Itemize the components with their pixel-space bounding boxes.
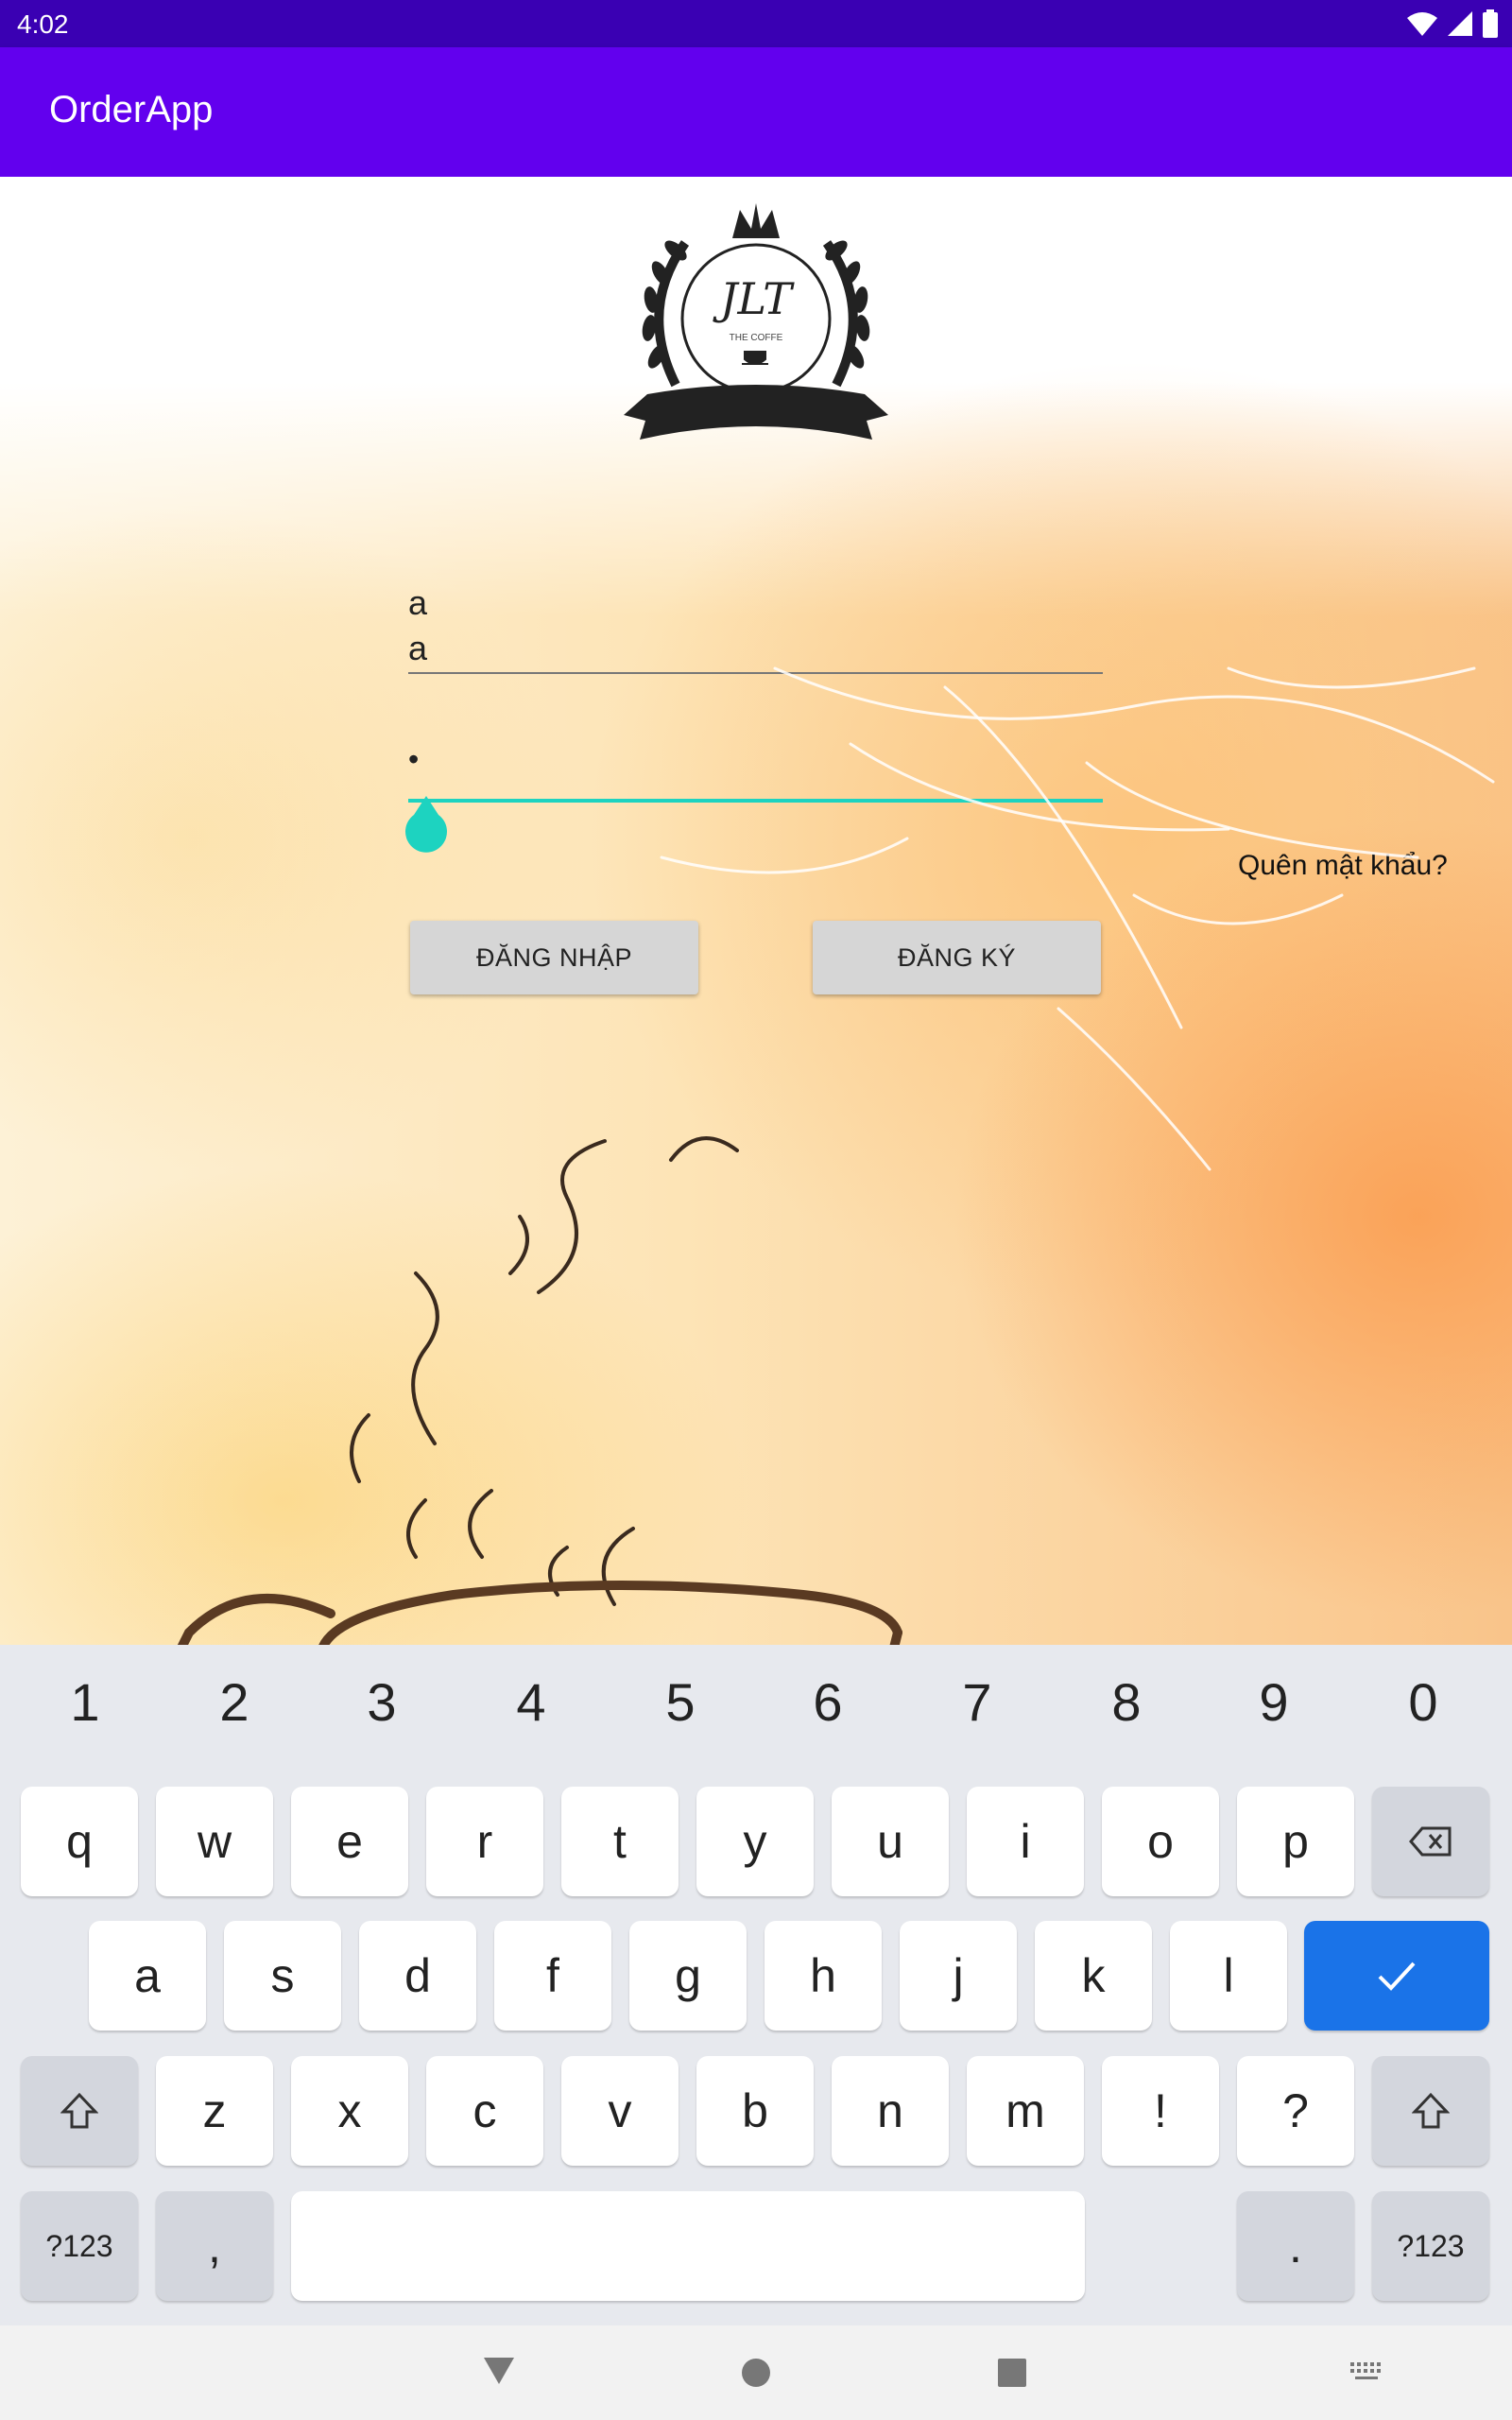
key-g[interactable]: g	[629, 1921, 747, 2031]
key-i[interactable]: i	[967, 1787, 1084, 1896]
key-9[interactable]: 9	[1236, 1671, 1312, 1733]
key-3[interactable]: 3	[344, 1671, 420, 1733]
key-2[interactable]: 2	[197, 1671, 272, 1733]
enter-key[interactable]	[1304, 1921, 1489, 2031]
status-time: 4:02	[17, 9, 69, 39]
key-f[interactable]: f	[494, 1921, 611, 2031]
signal-icon	[1448, 11, 1472, 36]
key-4[interactable]: 4	[493, 1671, 569, 1733]
key-1[interactable]: 1	[47, 1671, 123, 1733]
login-screen: JLT THE COFFE a a • Quên mật khẩu? ĐĂNG …	[0, 177, 1512, 1645]
key-l[interactable]: l	[1170, 1921, 1287, 2031]
key-0[interactable]: 0	[1385, 1671, 1461, 1733]
battery-icon	[1483, 9, 1498, 38]
key-k[interactable]: k	[1035, 1921, 1152, 2031]
keyboard-switch-icon[interactable]	[1349, 2360, 1385, 2385]
navigation-bar	[0, 2325, 1512, 2420]
home-icon[interactable]	[740, 2357, 772, 2389]
key-6[interactable]: 6	[790, 1671, 866, 1733]
key-q[interactable]: q	[21, 1787, 138, 1896]
key-5[interactable]: 5	[643, 1671, 718, 1733]
soft-keyboard: 1 2 3 4 5 6 7 8 9 0 q w e r t y u i o p …	[0, 1645, 1512, 2325]
backspace-icon	[1409, 1826, 1452, 1857]
key-u[interactable]: u	[832, 1787, 949, 1896]
app-title: OrderApp	[49, 89, 214, 130]
recents-icon[interactable]	[997, 2358, 1027, 2388]
key-8[interactable]: 8	[1089, 1671, 1164, 1733]
shift-key-left[interactable]	[21, 2056, 138, 2166]
symbols-key-right[interactable]: ?123	[1372, 2191, 1489, 2301]
key-y[interactable]: y	[696, 1787, 814, 1896]
key-j[interactable]: j	[900, 1921, 1017, 2031]
key-o[interactable]: o	[1102, 1787, 1219, 1896]
checkmark-icon	[1378, 1962, 1416, 1991]
key-v[interactable]: v	[561, 2056, 679, 2166]
key-z[interactable]: z	[156, 2056, 273, 2166]
key-w[interactable]: w	[156, 1787, 273, 1896]
key-7[interactable]: 7	[939, 1671, 1015, 1733]
status-bar: 4:02	[0, 0, 1512, 47]
backspace-key[interactable]	[1372, 1787, 1489, 1896]
key-h[interactable]: h	[765, 1921, 882, 2031]
key-a[interactable]: a	[89, 1921, 206, 2031]
comma-key[interactable]: ,	[156, 2191, 273, 2301]
key-s[interactable]: s	[224, 1921, 341, 2031]
key-m[interactable]: m	[967, 2056, 1084, 2166]
key-n[interactable]: n	[832, 2056, 949, 2166]
key-t[interactable]: t	[561, 1787, 679, 1896]
status-icons	[1406, 8, 1499, 40]
shift-key-right[interactable]	[1372, 2056, 1489, 2166]
key-r[interactable]: r	[426, 1787, 543, 1896]
space-key[interactable]	[291, 2191, 1085, 2301]
key-exclamation[interactable]: !	[1102, 2056, 1219, 2166]
key-x[interactable]: x	[291, 2056, 408, 2166]
shift-icon	[1412, 2092, 1450, 2129]
period-key[interactable]: .	[1237, 2191, 1354, 2301]
key-b[interactable]: b	[696, 2056, 814, 2166]
symbols-key-left[interactable]: ?123	[21, 2191, 138, 2301]
number-row: 1 2 3 4 5 6 7 8 9 0	[0, 1645, 1512, 1758]
coffee-cup-illustration	[177, 1136, 902, 1645]
key-d[interactable]: d	[359, 1921, 476, 2031]
shift-icon	[60, 2092, 98, 2129]
app-bar: OrderApp	[0, 47, 1512, 177]
back-icon[interactable]	[482, 2356, 516, 2386]
key-p[interactable]: p	[1237, 1787, 1354, 1896]
key-e[interactable]: e	[291, 1787, 408, 1896]
key-c[interactable]: c	[426, 2056, 543, 2166]
key-question[interactable]: ?	[1237, 2056, 1354, 2166]
wifi-icon	[1407, 12, 1437, 36]
